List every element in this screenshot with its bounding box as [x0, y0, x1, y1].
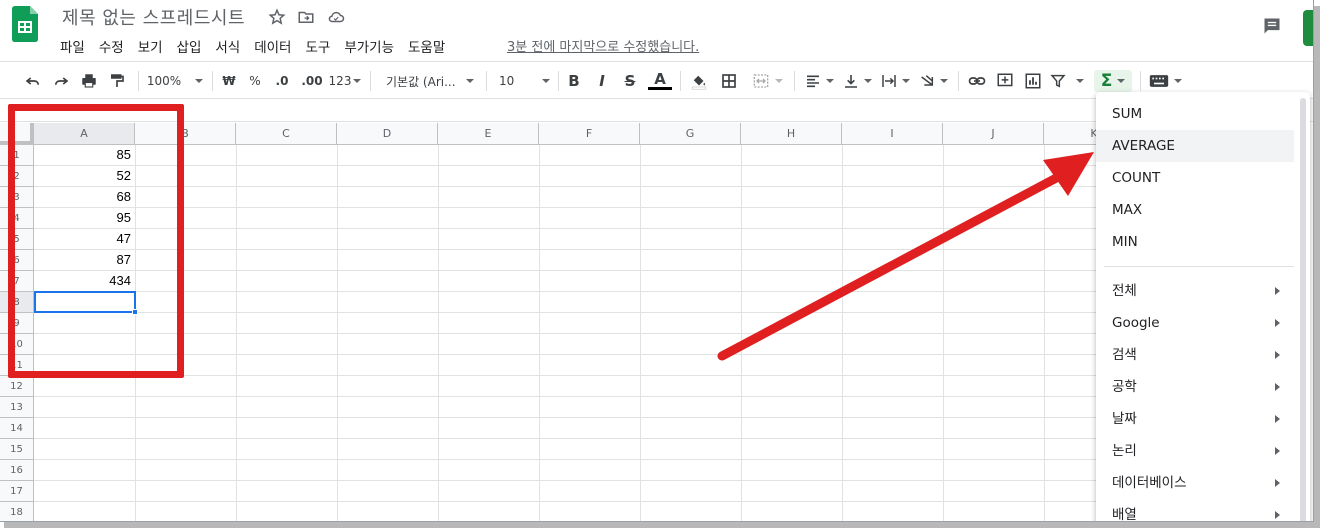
- submenu-arrow-icon: [1275, 447, 1280, 455]
- category-date[interactable]: 날짜: [1096, 403, 1294, 435]
- submenu-arrow-icon: [1275, 415, 1280, 423]
- functions-menu: SUM AVERAGE COUNT MAX MIN 전체 Google 검색 공…: [1096, 92, 1310, 521]
- category-engineering[interactable]: 공학: [1096, 371, 1294, 403]
- category-array[interactable]: 배열: [1096, 499, 1294, 521]
- submenu-arrow-icon: [1275, 287, 1280, 295]
- category-lookup[interactable]: 검색: [1096, 339, 1294, 371]
- app-window: 제목 없는 스프레드시트 파일 수정 보기 삽입 서식 데이터 도구 부가기능 …: [0, 0, 1314, 522]
- function-min[interactable]: MIN: [1096, 226, 1294, 258]
- category-database[interactable]: 데이터베이스: [1096, 467, 1294, 499]
- function-sum[interactable]: SUM: [1096, 98, 1294, 130]
- function-average[interactable]: AVERAGE: [1096, 130, 1294, 162]
- menu-divider: [1104, 266, 1294, 267]
- menu-scrollbar[interactable]: [1300, 98, 1306, 521]
- category-google[interactable]: Google: [1096, 307, 1294, 339]
- category-logical[interactable]: 논리: [1096, 435, 1294, 467]
- submenu-arrow-icon: [1275, 383, 1280, 391]
- submenu-arrow-icon: [1275, 479, 1280, 487]
- submenu-arrow-icon: [1275, 319, 1280, 327]
- submenu-arrow-icon: [1275, 351, 1280, 359]
- submenu-arrow-icon: [1275, 511, 1280, 519]
- category-all[interactable]: 전체: [1096, 275, 1294, 307]
- function-count[interactable]: COUNT: [1096, 162, 1294, 194]
- function-max[interactable]: MAX: [1096, 194, 1294, 226]
